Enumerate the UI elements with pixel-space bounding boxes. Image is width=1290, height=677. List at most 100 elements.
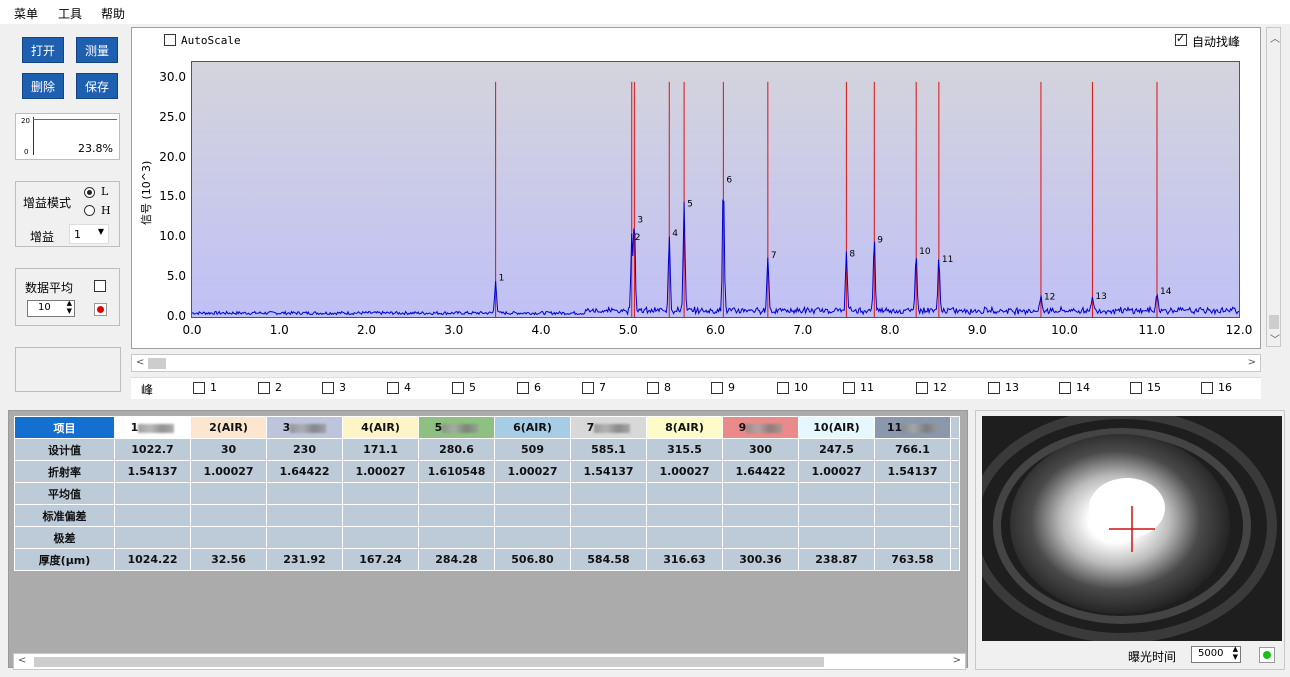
table-cell[interactable]: 1.54137 — [874, 460, 951, 483]
table-cell[interactable] — [266, 526, 343, 549]
table-cell[interactable]: 300 — [722, 438, 799, 461]
table-cell[interactable] — [874, 482, 951, 505]
table-cell[interactable] — [494, 482, 571, 505]
average-count-spinner[interactable]: 10 ▲ ▼ — [27, 299, 75, 317]
table-cell[interactable] — [114, 526, 191, 549]
peak-checkbox-12[interactable] — [916, 382, 928, 394]
column-header[interactable]: 6(AIR) — [494, 416, 571, 439]
chart-horizontal-scrollbar[interactable]: < > — [131, 354, 1261, 372]
peak-checkbox-2[interactable] — [258, 382, 270, 394]
table-cell[interactable] — [798, 526, 875, 549]
auto-peak-checkbox[interactable]: ✓ — [1175, 32, 1187, 46]
table-cell[interactable] — [874, 526, 951, 549]
table-cell[interactable] — [114, 504, 191, 527]
peak-checkbox-13[interactable] — [988, 382, 1000, 394]
table-cell[interactable] — [266, 504, 343, 527]
measure-button[interactable]: 测量 — [76, 37, 118, 63]
table-cell[interactable]: 247.5 — [798, 438, 875, 461]
menu-item-menu[interactable]: 菜单 — [14, 5, 38, 22]
table-cell[interactable] — [722, 526, 799, 549]
table-cell[interactable]: 1.54137 — [114, 460, 191, 483]
column-header[interactable]: 8(AIR) — [646, 416, 723, 439]
menu-item-tools[interactable]: 工具 — [58, 5, 82, 22]
table-cell[interactable] — [418, 526, 495, 549]
chart-vertical-scrollbar[interactable]: ︿ ﹀ — [1266, 27, 1281, 347]
table-cell[interactable]: 238.87 — [798, 548, 875, 571]
exposure-spinner[interactable]: 5000 ▲ ▼ — [1191, 645, 1241, 663]
table-cell[interactable] — [722, 482, 799, 505]
column-header[interactable]: 4(AIR) — [342, 416, 419, 439]
menu-item-help[interactable]: 帮助 — [101, 5, 125, 22]
table-cell[interactable] — [494, 526, 571, 549]
peak-checkbox-11[interactable] — [843, 382, 855, 394]
open-button[interactable]: 打开 — [22, 37, 64, 63]
peak-checkbox-5[interactable] — [452, 382, 464, 394]
table-cell[interactable]: 1.64422 — [266, 460, 343, 483]
column-header[interactable]: 9 — [722, 416, 799, 439]
scroll-left-icon[interactable]: < — [136, 357, 144, 368]
table-cell[interactable]: 1.00027 — [342, 460, 419, 483]
column-header[interactable]: 2(AIR) — [190, 416, 267, 439]
table-cell[interactable]: 1.00027 — [494, 460, 571, 483]
table-cell[interactable]: 316.63 — [646, 548, 723, 571]
peak-checkbox-9[interactable] — [711, 382, 723, 394]
table-cell[interactable] — [494, 504, 571, 527]
table-cell[interactable] — [874, 504, 951, 527]
peak-checkbox-6[interactable] — [517, 382, 529, 394]
table-cell[interactable]: 509 — [494, 438, 571, 461]
save-button[interactable]: 保存 — [76, 73, 118, 99]
table-cell[interactable]: 1024.22 — [114, 548, 191, 571]
gain-mode-l-radio[interactable] — [84, 187, 95, 198]
table-cell[interactable]: 32.56 — [190, 548, 267, 571]
average-checkbox[interactable] — [94, 280, 106, 292]
column-header[interactable]: 3 — [266, 416, 343, 439]
table-cell[interactable] — [646, 504, 723, 527]
table-cell[interactable] — [418, 482, 495, 505]
table-cell[interactable]: 766.1 — [874, 438, 951, 461]
table-cell[interactable] — [646, 482, 723, 505]
table-cell[interactable] — [570, 482, 647, 505]
table-cell[interactable]: 506.80 — [494, 548, 571, 571]
table-cell[interactable] — [798, 482, 875, 505]
table-cell[interactable] — [266, 482, 343, 505]
table-cell[interactable] — [342, 504, 419, 527]
table-cell[interactable]: 300.36 — [722, 548, 799, 571]
table-cell[interactable] — [570, 504, 647, 527]
scroll-up-icon[interactable]: ︿ — [1270, 30, 1280, 45]
table-cell[interactable] — [570, 526, 647, 549]
table-cell[interactable]: 280.6 — [418, 438, 495, 461]
delete-button[interactable]: 删除 — [22, 73, 64, 99]
peak-checkbox-15[interactable] — [1130, 382, 1142, 394]
table-scroll-right-icon[interactable]: > — [953, 655, 961, 666]
column-header[interactable]: 10(AIR) — [798, 416, 875, 439]
table-cell[interactable] — [418, 504, 495, 527]
table-cell[interactable]: 584.58 — [570, 548, 647, 571]
peak-checkbox-14[interactable] — [1059, 382, 1071, 394]
table-scroll-left-icon[interactable]: < — [18, 655, 26, 666]
vertical-scroll-thumb[interactable] — [1269, 315, 1279, 329]
peak-checkbox-4[interactable] — [387, 382, 399, 394]
spin-down-icon[interactable]: ▼ — [67, 307, 72, 315]
table-cell[interactable]: 230 — [266, 438, 343, 461]
table-cell[interactable] — [342, 526, 419, 549]
exposure-up-icon[interactable]: ▲ — [1233, 645, 1238, 653]
table-cell[interactable]: 1.00027 — [646, 460, 723, 483]
table-cell[interactable] — [722, 504, 799, 527]
column-header[interactable]: 7 — [570, 416, 647, 439]
table-cell[interactable] — [190, 482, 267, 505]
table-cell[interactable]: 171.1 — [342, 438, 419, 461]
table-scroll-thumb[interactable] — [34, 657, 824, 667]
table-cell[interactable]: 1.64422 — [722, 460, 799, 483]
table-cell[interactable]: 585.1 — [570, 438, 647, 461]
table-cell[interactable] — [114, 482, 191, 505]
scroll-down-icon[interactable]: ﹀ — [1270, 331, 1280, 346]
table-cell[interactable] — [798, 504, 875, 527]
table-cell[interactable]: 1.00027 — [190, 460, 267, 483]
column-header[interactable]: 5 — [418, 416, 495, 439]
peak-checkbox-7[interactable] — [582, 382, 594, 394]
column-header[interactable]: 1 — [114, 416, 191, 439]
table-cell[interactable] — [646, 526, 723, 549]
table-cell[interactable]: 1.00027 — [798, 460, 875, 483]
table-cell[interactable]: 231.92 — [266, 548, 343, 571]
spin-up-icon[interactable]: ▲ — [67, 299, 72, 307]
